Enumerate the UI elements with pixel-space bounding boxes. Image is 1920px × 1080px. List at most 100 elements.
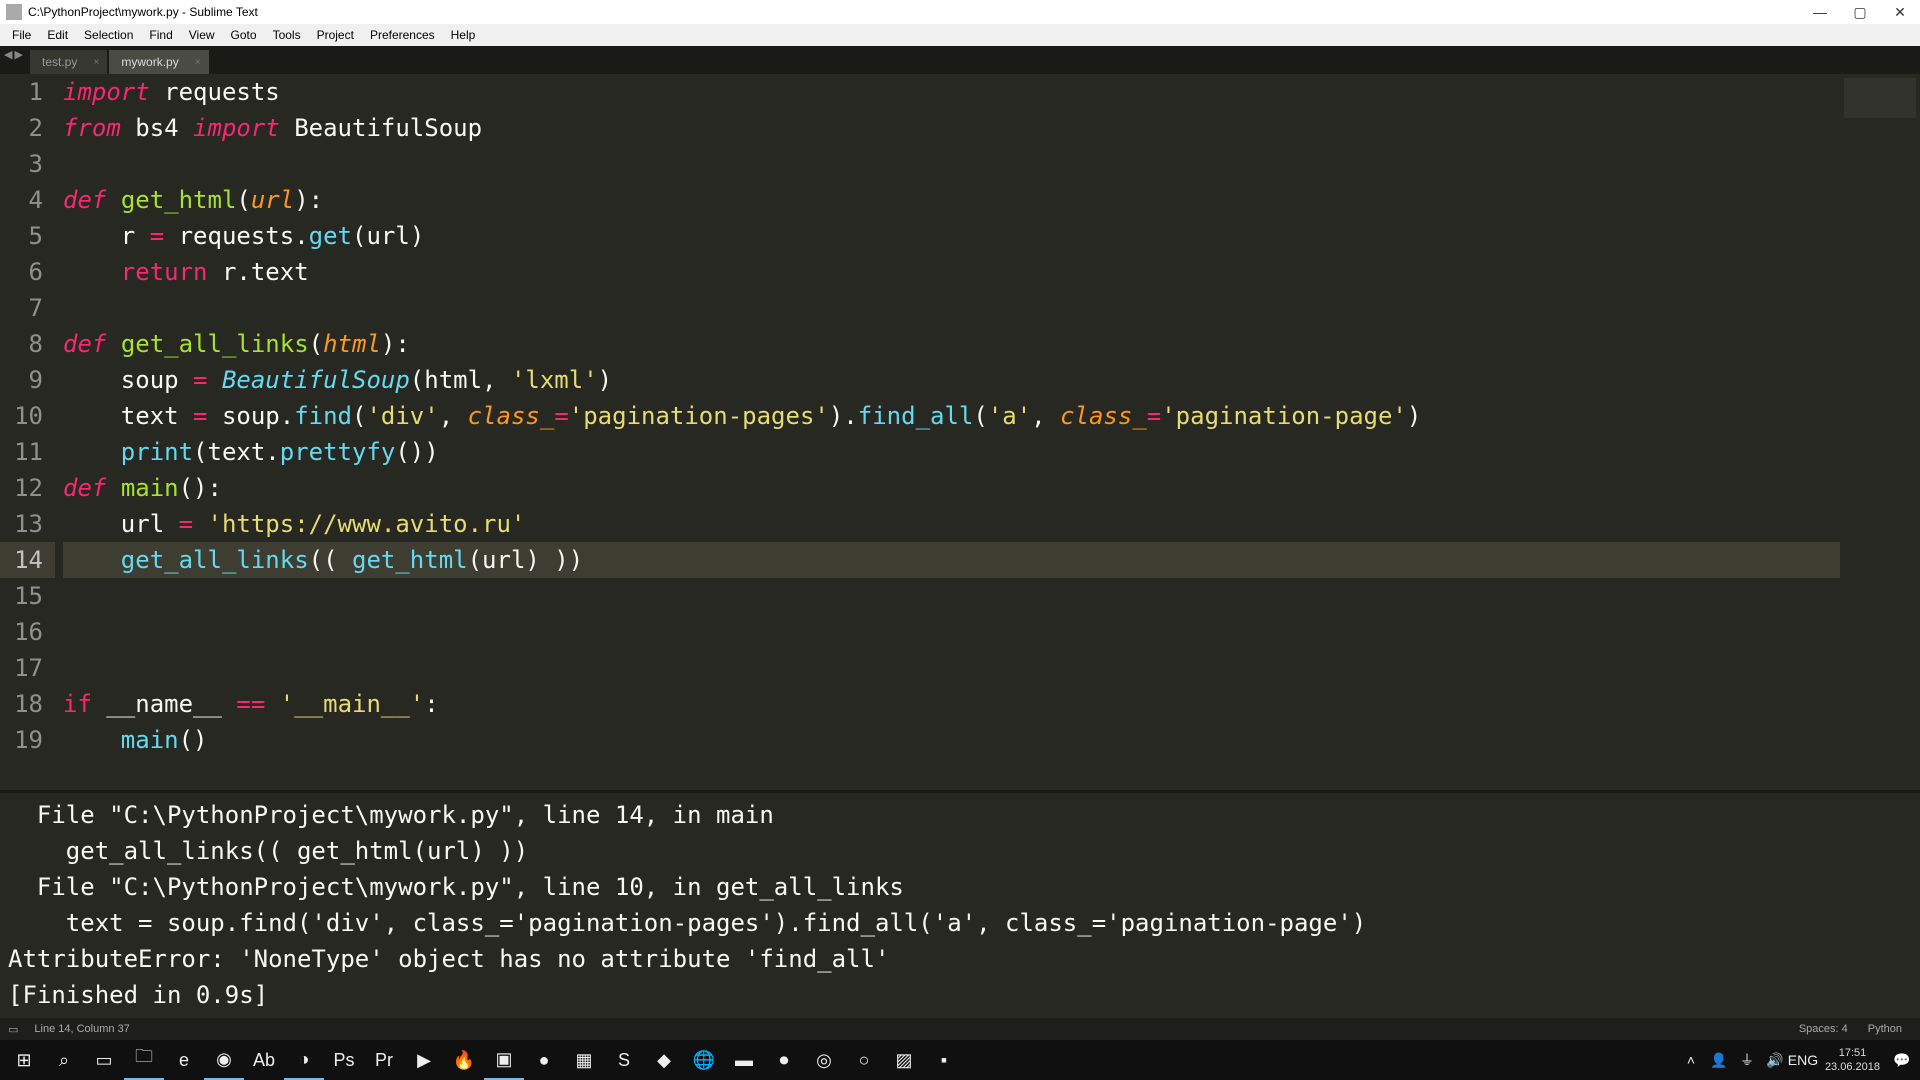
switch-panel-icon[interactable]: ▭: [8, 1023, 18, 1036]
color-icon[interactable]: ●: [524, 1040, 564, 1080]
code-content[interactable]: import requestsfrom bs4 import Beautiful…: [55, 74, 1840, 790]
search-icon[interactable]: ⌕: [44, 1040, 84, 1080]
line-number: 1: [0, 74, 43, 110]
menu-item-edit[interactable]: Edit: [39, 26, 76, 44]
code-line[interactable]: from bs4 import BeautifulSoup: [63, 110, 1840, 146]
console-line: File "C:\PythonProject\mywork.py", line …: [8, 797, 1912, 833]
chrome-icon[interactable]: ◉: [204, 1040, 244, 1080]
line-number: 3: [0, 146, 43, 182]
network-icon[interactable]: ⏚: [1733, 1040, 1761, 1080]
line-number: 2: [0, 110, 43, 146]
menu-item-view[interactable]: View: [181, 26, 223, 44]
code-line[interactable]: if __name__ == '__main__':: [63, 686, 1840, 722]
start-icon[interactable]: ⊞: [4, 1040, 44, 1080]
build-output-panel[interactable]: File "C:\PythonProject\mywork.py", line …: [0, 793, 1920, 1018]
tab-label: test.py: [42, 55, 77, 69]
app-icon-6[interactable]: ▨: [884, 1040, 924, 1080]
code-line[interactable]: text = soup.find('div', class_='paginati…: [63, 398, 1840, 434]
edge-icon[interactable]: e: [164, 1040, 204, 1080]
console-line: text = soup.find('div', class_='paginati…: [8, 905, 1912, 941]
obs-icon[interactable]: ◎: [804, 1040, 844, 1080]
code-line[interactable]: def main():: [63, 470, 1840, 506]
record-icon[interactable]: ⏺: [764, 1040, 804, 1080]
app-icon-5[interactable]: ○: [844, 1040, 884, 1080]
nav-forward-icon[interactable]: ▶: [14, 48, 22, 61]
line-number: 13: [0, 506, 43, 542]
maximize-button[interactable]: ▢: [1840, 0, 1880, 24]
minimap-viewport: [1844, 78, 1916, 118]
volume-icon[interactable]: 🔊: [1761, 1040, 1789, 1080]
clock-date: 23.06.2018: [1825, 1060, 1880, 1074]
minimap[interactable]: [1840, 74, 1920, 790]
code-line[interactable]: [63, 578, 1840, 614]
photoshop-icon[interactable]: Ps: [324, 1040, 364, 1080]
clock-time: 17:51: [1825, 1046, 1880, 1060]
globe-icon[interactable]: 🌐: [684, 1040, 724, 1080]
app-icon-3[interactable]: ◆: [644, 1040, 684, 1080]
menu-item-tools[interactable]: Tools: [265, 26, 309, 44]
window-title: C:\PythonProject\mywork.py - Sublime Tex…: [28, 5, 258, 19]
clock[interactable]: 17:51 23.06.2018: [1817, 1046, 1888, 1074]
skype-icon[interactable]: S: [604, 1040, 644, 1080]
indent-setting[interactable]: Spaces: 4: [1789, 1023, 1858, 1035]
menu-item-find[interactable]: Find: [141, 26, 180, 44]
line-number: 5: [0, 218, 43, 254]
code-line[interactable]: [63, 614, 1840, 650]
menu-item-preferences[interactable]: Preferences: [362, 26, 443, 44]
console-line: get_all_links(( get_html(url) )): [8, 833, 1912, 869]
code-line[interactable]: print(text.prettyfy()): [63, 434, 1840, 470]
code-line[interactable]: def get_all_links(html):: [63, 326, 1840, 362]
close-icon[interactable]: ×: [94, 57, 100, 68]
editor-area[interactable]: 12345678910111213141516171819 import req…: [0, 74, 1920, 790]
code-line[interactable]: url = 'https://www.avito.ru': [63, 506, 1840, 542]
code-line[interactable]: get_all_links(( get_html(url) )): [63, 542, 1840, 578]
minimize-button[interactable]: —: [1800, 0, 1840, 24]
media-icon[interactable]: ▶: [404, 1040, 444, 1080]
code-line[interactable]: r = requests.get(url): [63, 218, 1840, 254]
menu-item-file[interactable]: File: [4, 26, 39, 44]
cursor-position[interactable]: Line 14, Column 37: [24, 1023, 139, 1035]
menu-item-selection[interactable]: Selection: [76, 26, 141, 44]
notifications-icon[interactable]: 💬: [1888, 1040, 1916, 1080]
terminal-icon[interactable]: ▪: [924, 1040, 964, 1080]
menu-item-help[interactable]: Help: [443, 26, 484, 44]
close-button[interactable]: ✕: [1880, 0, 1920, 24]
line-number: 6: [0, 254, 43, 290]
line-number: 17: [0, 650, 43, 686]
tray-up-icon[interactable]: ˄: [1677, 1040, 1705, 1080]
steam-icon[interactable]: ◑: [284, 1040, 324, 1080]
code-line[interactable]: [63, 650, 1840, 686]
code-line[interactable]: import requests: [63, 74, 1840, 110]
code-line[interactable]: soup = BeautifulSoup(html, 'lxml'): [63, 362, 1840, 398]
premiere-icon[interactable]: Pr: [364, 1040, 404, 1080]
taskview-icon[interactable]: ▭: [84, 1040, 124, 1080]
close-icon[interactable]: ×: [195, 57, 201, 68]
menu-bar: FileEditSelectionFindViewGotoToolsProjec…: [0, 24, 1920, 46]
sublime-icon[interactable]: ▣: [484, 1040, 524, 1080]
code-line[interactable]: main(): [63, 722, 1840, 758]
app-icon-2[interactable]: ▦: [564, 1040, 604, 1080]
explorer-icon[interactable]: 🗀: [124, 1040, 164, 1080]
language-indicator[interactable]: ENG: [1789, 1040, 1817, 1080]
app-icon: [6, 4, 22, 20]
nav-back-icon[interactable]: ◀: [4, 48, 12, 61]
tab-mywork-py[interactable]: mywork.py×: [109, 50, 208, 74]
line-number: 4: [0, 182, 43, 218]
window-titlebar: C:\PythonProject\mywork.py - Sublime Tex…: [0, 0, 1920, 24]
code-line[interactable]: def get_html(url):: [63, 182, 1840, 218]
app-icon-1[interactable]: Ab: [244, 1040, 284, 1080]
line-number: 14: [0, 542, 55, 578]
menu-item-project[interactable]: Project: [309, 26, 362, 44]
flame-icon[interactable]: 🔥: [444, 1040, 484, 1080]
code-line[interactable]: [63, 146, 1840, 182]
code-line[interactable]: return r.text: [63, 254, 1840, 290]
line-number: 11: [0, 434, 43, 470]
people-icon[interactable]: 👤: [1705, 1040, 1733, 1080]
syntax-setting[interactable]: Python: [1858, 1023, 1912, 1035]
menu-item-goto[interactable]: Goto: [223, 26, 265, 44]
tab-test-py[interactable]: test.py ×: [30, 50, 107, 74]
code-line[interactable]: [63, 290, 1840, 326]
console-line: File "C:\PythonProject\mywork.py", line …: [8, 869, 1912, 905]
line-number: 10: [0, 398, 43, 434]
app-icon-4[interactable]: ▬: [724, 1040, 764, 1080]
